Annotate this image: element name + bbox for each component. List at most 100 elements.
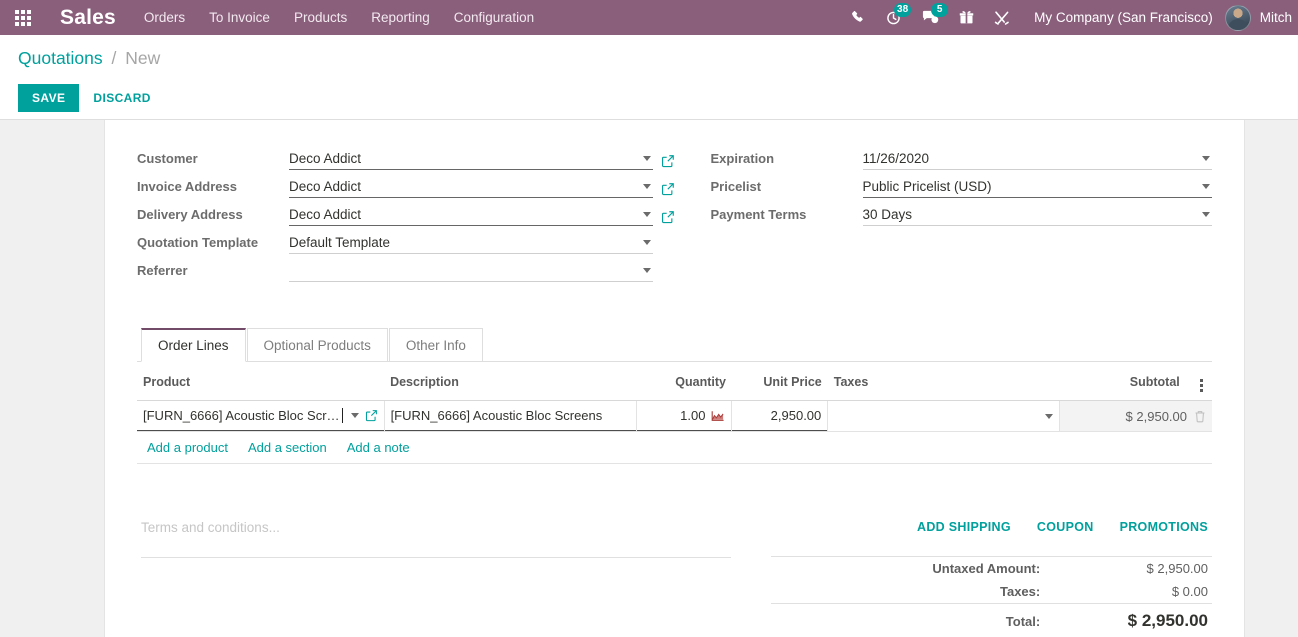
quotation-template-input[interactable]: Default Template xyxy=(289,235,653,254)
tab-optional-products[interactable]: Optional Products xyxy=(246,328,388,362)
product-input[interactable]: [FURN_6666] Acoustic Bloc Screens xyxy=(137,401,384,431)
chevron-down-icon[interactable] xyxy=(642,212,651,217)
label-quotation-template: Quotation Template xyxy=(137,235,259,250)
col-taxes: Taxes xyxy=(827,362,1060,401)
referrer-input[interactable] xyxy=(289,268,653,282)
totals-row-untaxed: Untaxed Amount: $ 2,950.00 xyxy=(770,556,1212,580)
description-input[interactable]: [FURN_6666] Acoustic Bloc Screens xyxy=(384,401,636,431)
sheet-footer: Terms and conditions... ADD SHIPPING COU… xyxy=(137,520,1212,637)
taxes-total-label: Taxes: xyxy=(999,584,1041,599)
order-lines-body: [FURN_6666] Acoustic Bloc Screens [FURN_… xyxy=(137,400,1212,432)
delivery-address-input[interactable]: Deco Addict xyxy=(289,207,653,226)
taxes-input[interactable] xyxy=(828,401,1059,431)
product-external-link-icon[interactable] xyxy=(365,409,378,422)
messages-icon[interactable]: 5 xyxy=(912,0,949,35)
form-sheet: Customer Deco Addict Invoice Address Dec… xyxy=(105,120,1244,637)
tab-other-info[interactable]: Other Info xyxy=(388,328,483,362)
menu-products[interactable]: Products xyxy=(282,0,359,35)
menu-to-invoice[interactable]: To Invoice xyxy=(197,0,282,35)
order-lines-head: Product Description Quantity Unit Price … xyxy=(137,362,1212,401)
table-row[interactable]: [FURN_6666] Acoustic Bloc Screens [FURN_… xyxy=(137,400,1212,432)
apps-grid-icon[interactable] xyxy=(0,0,46,35)
payment-terms-value: 30 Days xyxy=(862,207,913,222)
app-brand-sales[interactable]: Sales xyxy=(46,6,132,30)
promotions-button[interactable]: PROMOTIONS xyxy=(1120,520,1208,534)
breadcrumb-current: New xyxy=(125,48,161,68)
unit-price-input[interactable]: 2,950.00 xyxy=(732,401,828,431)
payment-terms-input[interactable]: 30 Days xyxy=(862,207,1212,226)
chevron-down-icon[interactable] xyxy=(642,240,651,245)
chevron-down-icon[interactable] xyxy=(1202,212,1210,217)
content-area: Customer Deco Addict Invoice Address Dec… xyxy=(0,120,1298,637)
optional-columns-button[interactable] xyxy=(1185,362,1212,401)
menu-configuration[interactable]: Configuration xyxy=(442,0,546,35)
label-payment-terms: Payment Terms xyxy=(710,207,807,222)
cell-product[interactable]: [FURN_6666] Acoustic Bloc Screens xyxy=(137,400,385,432)
delivery-address-value: Deco Addict xyxy=(289,207,362,222)
save-button[interactable]: SAVE xyxy=(18,84,80,112)
coupon-button[interactable]: COUPON xyxy=(1037,520,1094,534)
company-selector[interactable]: My Company (San Francisco) xyxy=(1020,10,1225,25)
invoice-address-input[interactable]: Deco Addict xyxy=(289,179,653,198)
quantity-input[interactable]: 1.00 xyxy=(636,401,732,431)
username-label: Mitch xyxy=(1259,10,1292,25)
chevron-down-icon[interactable] xyxy=(350,413,359,418)
terms-and-conditions-input[interactable]: Terms and conditions... xyxy=(141,520,731,558)
quantity-value: 1.00 xyxy=(680,408,706,423)
breadcrumb-quotations[interactable]: Quotations xyxy=(18,48,103,68)
customer-value: Deco Addict xyxy=(289,151,362,166)
chevron-down-icon[interactable] xyxy=(642,184,651,189)
trash-icon[interactable] xyxy=(1194,410,1206,423)
totals-table: Untaxed Amount: $ 2,950.00 Taxes: $ 0.00… xyxy=(770,556,1212,637)
record-action-buttons: SAVE DISCARD xyxy=(18,84,1298,112)
field-row-quotation-template: Quotation Template Default Template xyxy=(137,226,675,254)
terms-section: Terms and conditions... xyxy=(137,520,761,637)
cell-quantity[interactable]: 1.00 xyxy=(636,400,733,432)
col-subtotal: Subtotal xyxy=(1059,362,1186,401)
form-group-left: Customer Deco Addict Invoice Address Dec… xyxy=(137,142,675,282)
customer-input[interactable]: Deco Addict xyxy=(289,151,653,170)
user-menu[interactable]: Mitch xyxy=(1224,4,1298,31)
label-customer: Customer xyxy=(137,151,198,166)
expiration-input[interactable]: 11/26/2020 xyxy=(862,151,1212,170)
tab-order-lines[interactable]: Order Lines xyxy=(141,328,246,362)
add-a-section-link[interactable]: Add a section xyxy=(248,440,327,455)
untaxed-amount-label: Untaxed Amount: xyxy=(770,556,1045,580)
pricelist-input[interactable]: Public Pricelist (USD) xyxy=(862,179,1212,198)
col-description: Description xyxy=(384,362,637,401)
tools-icon[interactable] xyxy=(984,0,1020,35)
invoice-address-external-link-icon[interactable] xyxy=(653,182,675,198)
add-shipping-button[interactable]: ADD SHIPPING xyxy=(917,520,1011,534)
label-pricelist: Pricelist xyxy=(710,179,762,194)
forecast-chart-icon[interactable] xyxy=(711,410,725,422)
phone-icon[interactable] xyxy=(841,0,876,35)
gift-icon[interactable] xyxy=(949,0,984,35)
vertical-dots-icon xyxy=(1200,379,1204,392)
delivery-address-external-link-icon[interactable] xyxy=(653,210,675,226)
invoice-address-value: Deco Addict xyxy=(289,179,362,194)
customer-external-link-icon[interactable] xyxy=(653,154,675,170)
untaxed-amount-value: $ 2,950.00 xyxy=(1044,556,1212,580)
add-a-product-link[interactable]: Add a product xyxy=(147,440,228,455)
chevron-down-icon[interactable] xyxy=(1202,184,1210,189)
discard-button[interactable]: DISCARD xyxy=(79,84,164,112)
activity-count-badge: 38 xyxy=(894,3,912,17)
chevron-down-icon[interactable] xyxy=(642,156,651,161)
label-referrer: Referrer xyxy=(137,263,188,278)
cell-taxes[interactable] xyxy=(827,400,1061,432)
cell-unit-price[interactable]: 2,950.00 xyxy=(731,400,829,432)
activity-clock-icon[interactable]: 38 xyxy=(876,0,912,35)
cell-description[interactable]: [FURN_6666] Acoustic Bloc Screens xyxy=(384,400,637,432)
chevron-down-icon[interactable] xyxy=(1045,413,1054,419)
label-delivery-address: Delivery Address xyxy=(137,207,243,222)
menu-orders[interactable]: Orders xyxy=(132,0,197,35)
systray: 38 5 My Company (San Francisco) Mitch xyxy=(841,0,1298,35)
chevron-down-icon[interactable] xyxy=(642,268,651,273)
top-navbar: Sales Orders To Invoice Products Reporti… xyxy=(0,0,1298,35)
add-a-note-link[interactable]: Add a note xyxy=(347,440,410,455)
chevron-down-icon[interactable] xyxy=(1202,156,1210,161)
apps-grid-glyph xyxy=(15,9,31,26)
menu-reporting[interactable]: Reporting xyxy=(359,0,442,35)
totals-section: ADD SHIPPING COUPON PROMOTIONS Untaxed A… xyxy=(761,520,1212,637)
label-invoice-address: Invoice Address xyxy=(137,179,237,194)
